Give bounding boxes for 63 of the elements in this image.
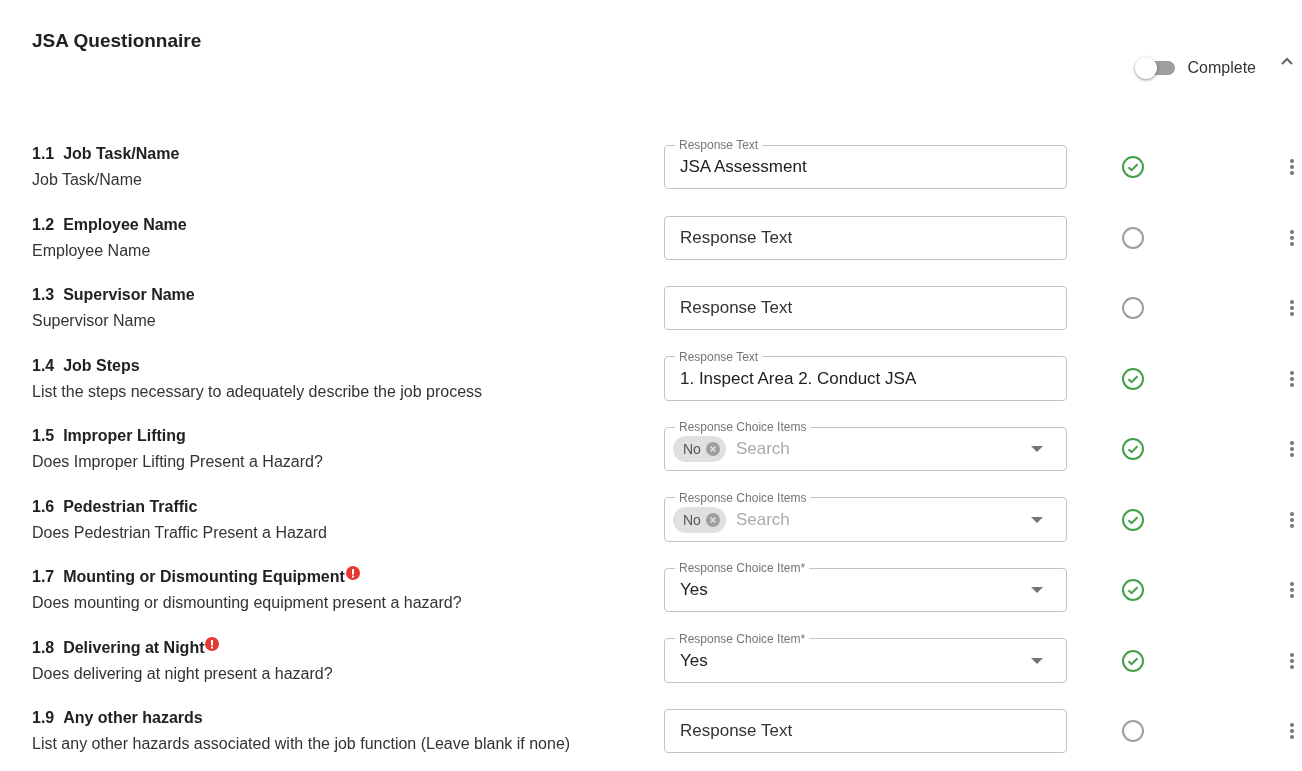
more-options-icon[interactable] (1289, 440, 1295, 459)
question-title: 1.5 Improper Lifting (32, 427, 186, 446)
dropdown-field[interactable]: Response Choice Item* Yes (664, 631, 1067, 683)
choice-chip[interactable]: No (673, 436, 726, 463)
field-label: Response Text (678, 349, 760, 364)
dropdown-arrow-icon[interactable] (1031, 446, 1043, 453)
question-description: Supervisor Name (32, 312, 157, 331)
dropdown-arrow-icon[interactable] (1031, 587, 1043, 594)
dropdown-field[interactable]: Response Choice Items No Search (664, 490, 1067, 542)
field-placeholder: Response Text (680, 227, 793, 248)
more-options-icon[interactable] (1289, 299, 1295, 318)
more-options-icon[interactable] (1289, 228, 1295, 247)
input-field[interactable]: Response Text (664, 286, 1067, 331)
question-title: 1.3 Supervisor Name (32, 286, 195, 305)
input-field[interactable]: Response Text 1. Inspect Area 2. Conduct JSA (664, 349, 1067, 401)
field-label: Response Choice Item* (678, 561, 807, 576)
question-title: 1.6 Pedestrian Traffic (32, 497, 198, 516)
toggle-label: Complete (1187, 59, 1256, 77)
question-description: List any other hazards associated with the job function (Leave blank if none) (32, 735, 572, 754)
page-title: JSA Questionnaire (32, 30, 202, 52)
question-title: 1.8 Delivering at Night (32, 638, 205, 657)
more-options-icon[interactable] (1289, 722, 1295, 741)
field-label: Response Choice Items (678, 490, 808, 505)
toggle-switch[interactable] (1134, 56, 1177, 80)
input-field[interactable]: Response Text (664, 215, 1067, 260)
question-description: Does Pedestrian Traffic Present a Hazard (32, 523, 328, 542)
question-description: List the steps necessary to adequately describe the job process (32, 382, 484, 401)
field-value: Yes (680, 580, 708, 601)
dropdown-arrow-icon[interactable] (1031, 657, 1043, 664)
question-title: 1.9 Any other hazards (32, 709, 203, 728)
input-field[interactable]: Response Text JSA Assessment (664, 138, 1067, 190)
dropdown-arrow-icon[interactable] (1031, 516, 1043, 523)
question-title: 1.4 Job Steps (32, 356, 140, 375)
chip-label: No (683, 511, 701, 528)
question-description: Does Improper Lifting Present a Hazard? (32, 453, 324, 472)
more-options-icon[interactable] (1289, 651, 1295, 670)
question-description: Does mounting or dismounting equipment present a hazard? (32, 594, 463, 613)
chip-label: No (683, 441, 701, 458)
choice-chip[interactable]: No (673, 506, 726, 533)
question-title: 1.7 Mounting or Dismounting Equipment (32, 568, 345, 587)
more-options-icon[interactable] (1289, 581, 1295, 600)
more-options-icon[interactable] (1289, 510, 1295, 529)
search-placeholder: Search (735, 439, 790, 460)
dropdown-field[interactable]: Response Choice Item* Yes (664, 561, 1067, 613)
question-title: 1.2 Employee Name (32, 215, 187, 234)
field-value: 1. Inspect Area 2. Conduct JSA (680, 368, 917, 389)
field-label: Response Choice Item* (678, 631, 807, 646)
field-placeholder: Response Text (680, 721, 793, 742)
field-value: JSA Assessment (680, 157, 807, 178)
chevron-up-icon[interactable] (1280, 56, 1294, 66)
field-placeholder: Response Text (680, 298, 793, 319)
more-options-icon[interactable] (1289, 158, 1295, 177)
question-description: Job Task/Name (32, 171, 143, 190)
question-title: 1.1 Job Task/Name (32, 145, 180, 164)
search-placeholder: Search (735, 509, 790, 530)
field-value: Yes (680, 650, 708, 671)
field-label: Response Choice Items (678, 420, 808, 435)
dropdown-field[interactable]: Response Choice Items No Search (664, 420, 1067, 472)
question-description: Employee Name (32, 241, 152, 260)
input-field[interactable]: Response Text (664, 709, 1067, 754)
question-description: Does delivering at night present a hazard? (32, 664, 334, 683)
field-label: Response Text (678, 138, 760, 153)
more-options-icon[interactable] (1289, 369, 1295, 388)
